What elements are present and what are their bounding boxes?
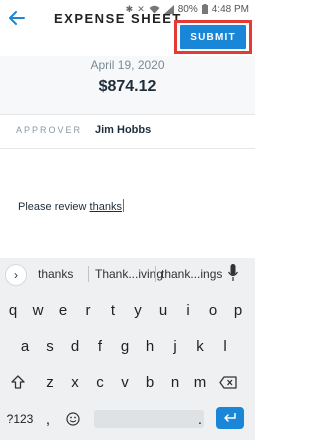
enter-key[interactable] <box>216 407 244 429</box>
shift-key[interactable] <box>7 367 29 397</box>
key-b[interactable]: b <box>139 367 161 397</box>
key-o[interactable]: o <box>202 295 224 325</box>
key-e[interactable]: e <box>52 295 74 325</box>
key-r[interactable]: r <box>77 295 99 325</box>
key-l[interactable]: l <box>214 331 236 361</box>
suggestion-divider <box>88 266 89 282</box>
key-d[interactable]: d <box>64 331 86 361</box>
submit-button[interactable]: SUBMIT <box>180 25 246 49</box>
key-s[interactable]: s <box>39 331 61 361</box>
divider <box>0 114 255 115</box>
key-period[interactable]: . <box>189 404 211 434</box>
expense-amount: $874.12 <box>98 78 157 95</box>
key-x[interactable]: x <box>64 367 86 397</box>
page-title: EXPENSE SHEET <box>54 11 182 26</box>
chevron-right-icon: › <box>14 268 18 282</box>
key-q[interactable]: q <box>2 295 24 325</box>
key-y[interactable]: y <box>127 295 149 325</box>
key-a[interactable]: a <box>14 331 36 361</box>
expense-date: April 19, 2020 <box>90 58 165 72</box>
symbols-key[interactable]: ?123 <box>6 404 34 434</box>
key-k[interactable]: k <box>189 331 211 361</box>
comment-prefix: Please review <box>18 201 90 213</box>
comment-typed-word: thanks <box>89 201 122 213</box>
comment-field[interactable]: Please review thanks <box>18 199 124 213</box>
key-z[interactable]: z <box>39 367 61 397</box>
backspace-icon <box>219 375 237 389</box>
suggestion-1[interactable]: thanks <box>38 267 73 281</box>
key-t[interactable]: t <box>102 295 124 325</box>
suggestion-2[interactable]: Thank...iving <box>95 267 163 281</box>
key-v[interactable]: v <box>114 367 136 397</box>
key-g[interactable]: g <box>114 331 136 361</box>
text-cursor <box>122 199 124 212</box>
emoji-key[interactable] <box>62 404 84 434</box>
back-button[interactable] <box>6 7 28 29</box>
key-f[interactable]: f <box>89 331 111 361</box>
microphone-icon[interactable] <box>228 264 238 282</box>
key-w[interactable]: w <box>27 295 49 325</box>
status-time: 4:48 PM <box>211 3 249 15</box>
key-n[interactable]: n <box>164 367 186 397</box>
battery-icon <box>201 4 208 14</box>
key-p[interactable]: p <box>227 295 249 325</box>
key-h[interactable]: h <box>139 331 161 361</box>
space-bar[interactable] <box>94 410 204 428</box>
suggestion-divider <box>155 266 156 282</box>
suggestion-expand-button[interactable]: › <box>6 265 26 285</box>
key-i[interactable]: i <box>177 295 199 325</box>
key-m[interactable]: m <box>189 367 211 397</box>
backspace-key[interactable] <box>217 367 239 397</box>
emoji-icon <box>66 412 80 426</box>
approver-name[interactable]: Jim Hobbs <box>95 124 151 136</box>
key-u[interactable]: u <box>152 295 174 325</box>
approver-label: APPROVER <box>16 125 83 135</box>
shift-icon <box>11 375 25 389</box>
divider <box>0 148 255 149</box>
key-c[interactable]: c <box>89 367 111 397</box>
arrow-left-icon <box>9 11 25 25</box>
key-comma[interactable]: , <box>37 404 59 434</box>
suggestion-3[interactable]: thank...ings <box>161 267 222 281</box>
key-j[interactable]: j <box>164 331 186 361</box>
enter-icon <box>224 413 236 422</box>
